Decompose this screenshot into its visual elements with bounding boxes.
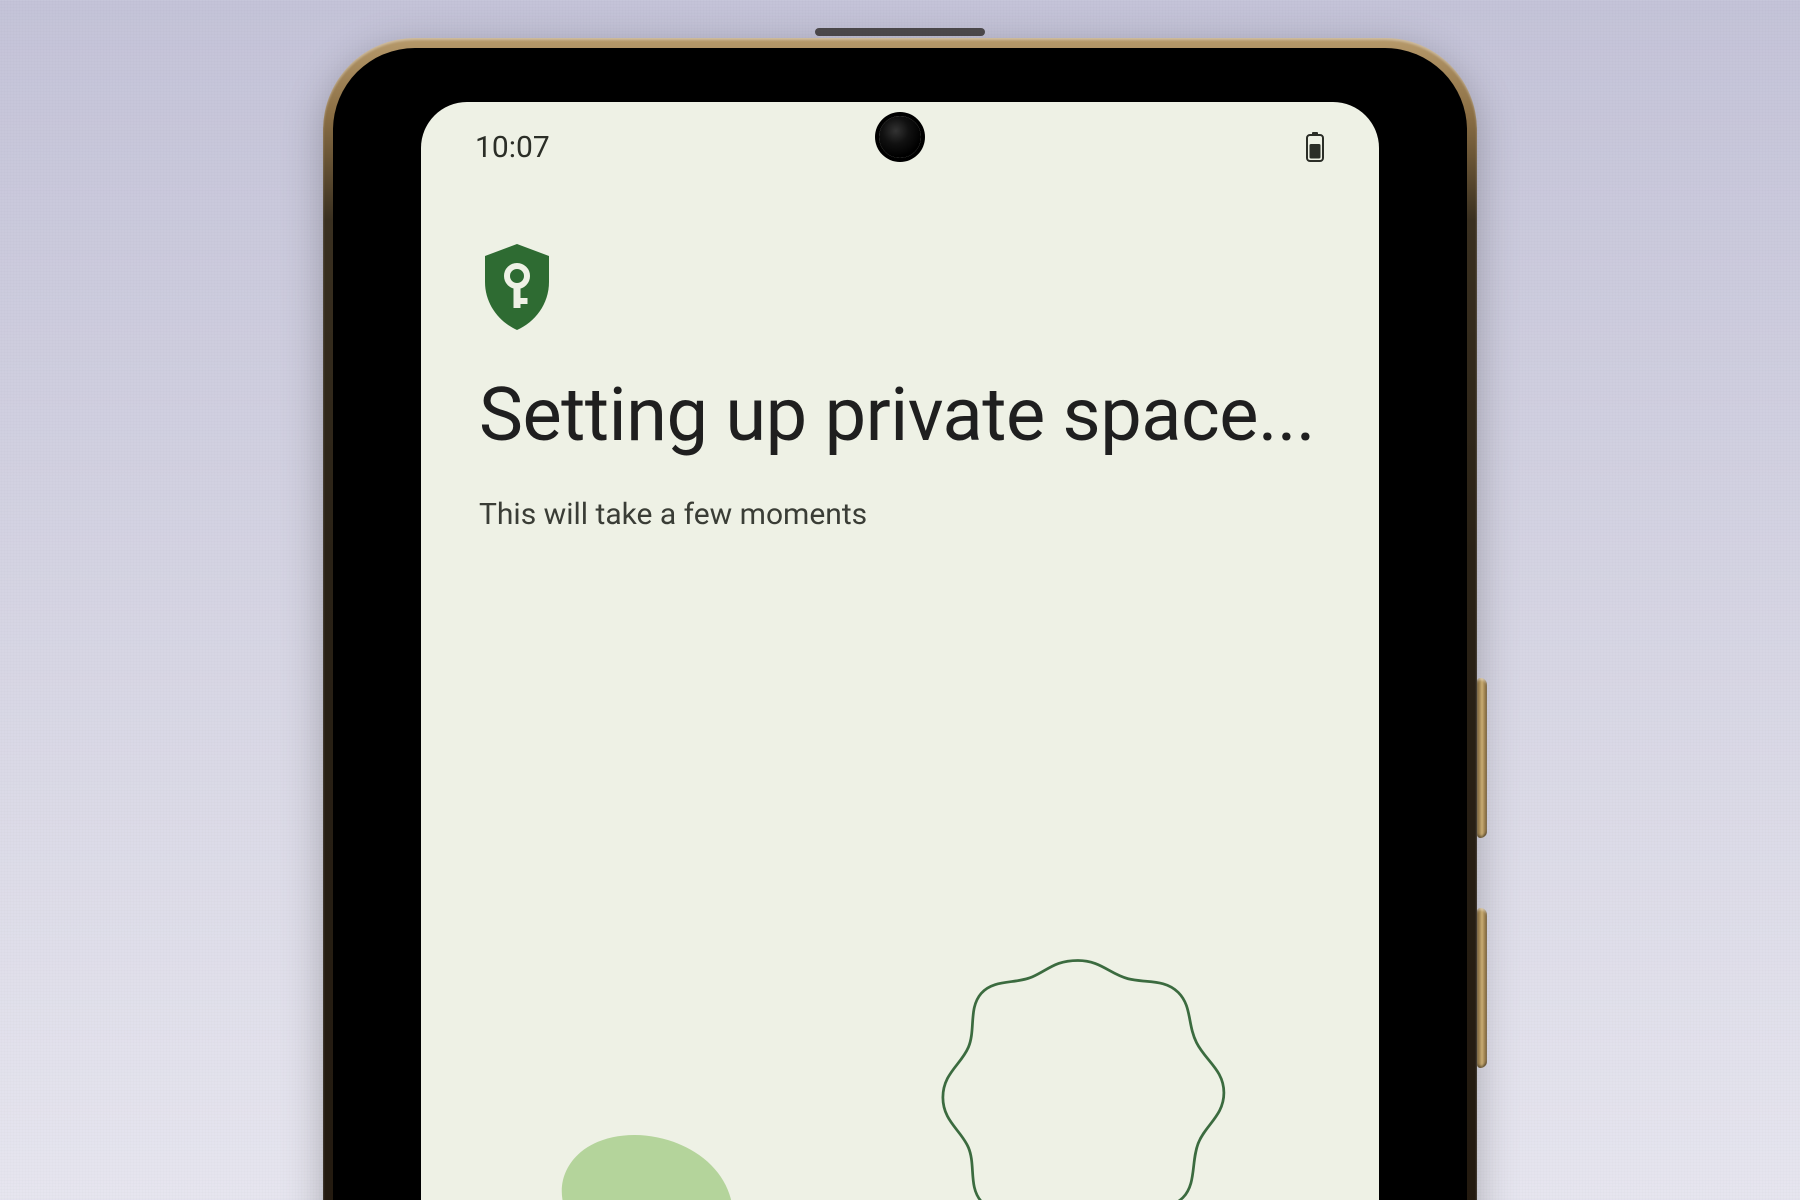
- page-title: Setting up private space...: [479, 372, 1321, 459]
- decorative-illustration: [421, 878, 1379, 1200]
- shield-key-icon: [479, 242, 1321, 332]
- screen: 10:07: [421, 102, 1379, 1200]
- front-camera: [865, 102, 935, 168]
- volume-up-button[interactable]: [1477, 678, 1487, 838]
- status-time: 10:07: [475, 130, 550, 165]
- phone-speaker: [815, 28, 985, 36]
- phone-frame: 10:07: [323, 0, 1477, 1200]
- volume-down-button[interactable]: [1477, 908, 1487, 1068]
- battery-icon: [1305, 132, 1325, 162]
- page-subtitle: This will take a few moments: [479, 497, 1321, 532]
